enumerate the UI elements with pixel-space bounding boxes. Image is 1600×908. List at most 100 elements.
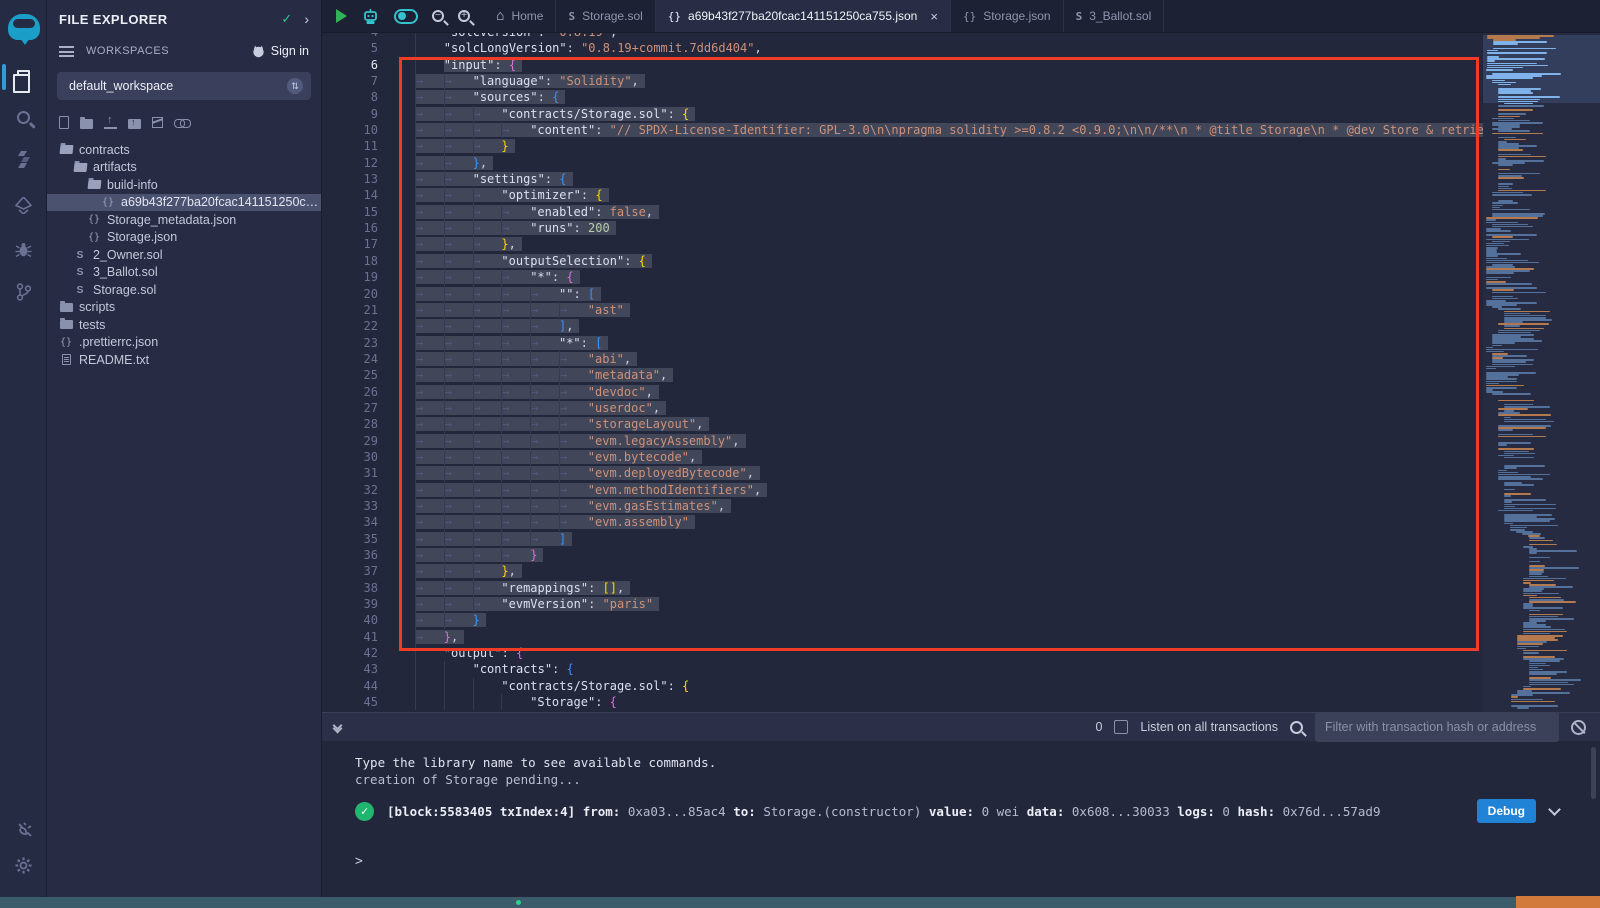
code-line-10[interactable]: 10→→→→"content": "// SPDX-License-Identi… <box>322 122 1600 138</box>
new-folder-icon[interactable] <box>80 119 93 129</box>
new-file-icon[interactable] <box>59 116 69 129</box>
code-line-16[interactable]: 16→→→→"runs": 200 <box>322 220 1600 236</box>
code-line-44[interactable]: 44 "contracts/Storage.sol": { <box>322 678 1600 694</box>
code-line-14[interactable]: 14→→→"optimizer": { <box>322 187 1600 203</box>
tree-item-a69b43f277ba20fcac141151250ca7-[interactable]: {}a69b43f277ba20fcac141151250ca7... <box>47 194 321 212</box>
code-line-45[interactable]: 45 "Storage": { <box>322 694 1600 710</box>
code-line-34[interactable]: 34→→→→→→"evm.assembly" <box>322 514 1600 530</box>
tree-item-storage-metadata-json[interactable]: {}Storage_metadata.json <box>47 211 321 229</box>
ipfs-box-icon[interactable] <box>152 117 163 128</box>
code-line-42[interactable]: 42 "output": { <box>322 645 1600 661</box>
code-line-15[interactable]: 15→→→→"enabled": false, <box>322 204 1600 220</box>
workspaces-menu-icon[interactable] <box>59 46 74 57</box>
tree-item-storage-sol[interactable]: SStorage.sol <box>47 281 321 299</box>
file-explorer-icon[interactable] <box>0 60 47 94</box>
code-line-39[interactable]: 39→→→"evmVersion": "paris" <box>322 596 1600 612</box>
tab-3-ballot-sol[interactable]: S3_Ballot.sol <box>1064 0 1165 32</box>
code-line-18[interactable]: 18→→→"outputSelection": { <box>322 253 1600 269</box>
minimap[interactable] <box>1483 33 1600 712</box>
terminal-prompt[interactable]: > <box>355 854 363 869</box>
plugin-manager-icon[interactable] <box>0 812 47 846</box>
code-line-8[interactable]: 8→→"sources": { <box>322 89 1600 105</box>
tree-item-scripts[interactable]: scripts <box>47 299 321 317</box>
upload-folder-icon[interactable] <box>128 119 141 129</box>
solidity-compiler-icon[interactable] <box>0 143 47 177</box>
code-line-4[interactable]: 4 "solcVersion": "0.8.19", <box>322 33 1600 40</box>
tab-a69b43f277ba20fcac141151250ca755-json[interactable]: {}a69b43f277ba20fcac141151250ca755.json× <box>656 0 951 32</box>
debugger-icon[interactable] <box>0 233 47 267</box>
zoom-in-icon[interactable]: + <box>458 10 470 22</box>
listen-checkbox[interactable] <box>1114 720 1128 734</box>
terminal-search-icon[interactable] <box>1290 721 1303 734</box>
transaction-filter-input[interactable] <box>1315 712 1559 742</box>
tree-item-2-owner-sol[interactable]: S2_Owner.sol <box>47 246 321 264</box>
git-icon[interactable] <box>0 275 47 309</box>
expand-terminal-icon[interactable] <box>334 722 341 732</box>
code-line-30[interactable]: 30→→→→→→"evm.bytecode", <box>322 449 1600 465</box>
run-script-icon[interactable] <box>336 9 347 23</box>
tree-item-artifacts[interactable]: artifacts <box>47 159 321 177</box>
code-line-6[interactable]: 6 "input": { <box>322 57 1600 73</box>
code-line-25[interactable]: 25→→→→→→"metadata", <box>322 367 1600 383</box>
tree-item-build-info[interactable]: build-info <box>47 176 321 194</box>
code-line-40[interactable]: 40→→} <box>322 612 1600 628</box>
code-line-12[interactable]: 12→→}, <box>322 155 1600 171</box>
code-line-32[interactable]: 32→→→→→→"evm.methodIdentifiers", <box>322 482 1600 498</box>
code-line-13[interactable]: 13→→"settings": { <box>322 171 1600 187</box>
code-line-17[interactable]: 17→→→}, <box>322 236 1600 252</box>
upload-file-icon[interactable] <box>104 117 117 129</box>
link-icon[interactable] <box>174 118 190 128</box>
code-line-33[interactable]: 33→→→→→→"evm.gasEstimates", <box>322 498 1600 514</box>
status-orange-badge[interactable] <box>1516 896 1600 908</box>
terminal-scrollbar[interactable] <box>1591 747 1596 799</box>
line-number: 44 <box>322 678 378 694</box>
remixai-robot-icon[interactable] <box>361 8 380 25</box>
code-line-21[interactable]: 21→→→→→→"ast" <box>322 302 1600 318</box>
code-line-36[interactable]: 36→→→→} <box>322 547 1600 563</box>
code-line-28[interactable]: 28→→→→→→"storageLayout", <box>322 416 1600 432</box>
tab-home[interactable]: ⌂Home <box>484 0 556 32</box>
line-number: 30 <box>322 449 378 465</box>
tree-item-contracts[interactable]: contracts <box>47 141 321 159</box>
code-line-23[interactable]: 23→→→→→"*": [ <box>322 335 1600 351</box>
clear-console-icon[interactable] <box>1571 720 1586 735</box>
tree-item-storage-json[interactable]: {}Storage.json <box>47 229 321 247</box>
settings-icon[interactable] <box>0 848 47 882</box>
transaction-log-row[interactable]: ✓ [block:5583405 txIndex:4] from: 0xa03.… <box>355 799 1565 823</box>
zoom-out-icon[interactable]: − <box>432 10 444 22</box>
tx-success-icon: ✓ <box>355 802 374 821</box>
code-line-9[interactable]: 9→→→"contracts/Storage.sol": { <box>322 106 1600 122</box>
close-tab-icon[interactable]: × <box>930 9 938 24</box>
code-line-11[interactable]: 11→→→} <box>322 138 1600 154</box>
code-line-27[interactable]: 27→→→→→→"userdoc", <box>322 400 1600 416</box>
code-line-38[interactable]: 38→→→"remappings": [], <box>322 580 1600 596</box>
code-line-22[interactable]: 22→→→→→], <box>322 318 1600 334</box>
code-line-31[interactable]: 31→→→→→→"evm.deployedBytecode", <box>322 465 1600 481</box>
code-line-20[interactable]: 20→→→→→"": [ <box>322 286 1600 302</box>
code-line-43[interactable]: 43 "contracts": { <box>322 661 1600 677</box>
tab-storage-json[interactable]: {}Storage.json <box>951 0 1064 32</box>
chevron-right-icon[interactable]: › <box>304 11 309 27</box>
code-line-5[interactable]: 5 "solcLongVersion": "0.8.19+commit.7dd6… <box>322 40 1600 56</box>
code-line-24[interactable]: 24→→→→→→"abi", <box>322 351 1600 367</box>
search-icon[interactable] <box>0 100 47 134</box>
code-editor[interactable]: 4 "solcVersion": "0.8.19",5 "solcLongVer… <box>322 33 1600 712</box>
code-line-7[interactable]: 7→→"language": "Solidity", <box>322 73 1600 89</box>
code-line-19[interactable]: 19→→→→"*": { <box>322 269 1600 285</box>
tab-storage-sol[interactable]: SStorage.sol <box>556 0 655 32</box>
code-line-26[interactable]: 26→→→→→→"devdoc", <box>322 384 1600 400</box>
toggle-icon[interactable] <box>394 9 418 24</box>
code-line-35[interactable]: 35→→→→→] <box>322 531 1600 547</box>
tree-item-tests[interactable]: tests <box>47 316 321 334</box>
tree-item-readme-txt[interactable]: README.txt <box>47 351 321 369</box>
github-signin[interactable]: Sign in <box>251 44 309 58</box>
code-line-41[interactable]: 41→}, <box>322 629 1600 645</box>
tree-item--prettierrc-json[interactable]: {}.prettierrc.json <box>47 334 321 352</box>
code-line-37[interactable]: 37→→→}, <box>322 563 1600 579</box>
code-line-29[interactable]: 29→→→→→→"evm.legacyAssembly", <box>322 433 1600 449</box>
tx-expand-chevron-icon[interactable] <box>1548 803 1561 816</box>
deploy-run-icon[interactable] <box>0 188 47 222</box>
workspace-select[interactable]: default_workspace ⇅ <box>57 72 311 100</box>
tree-item-3-ballot-sol[interactable]: S3_Ballot.sol <box>47 264 321 282</box>
debug-button[interactable]: Debug <box>1477 799 1536 823</box>
